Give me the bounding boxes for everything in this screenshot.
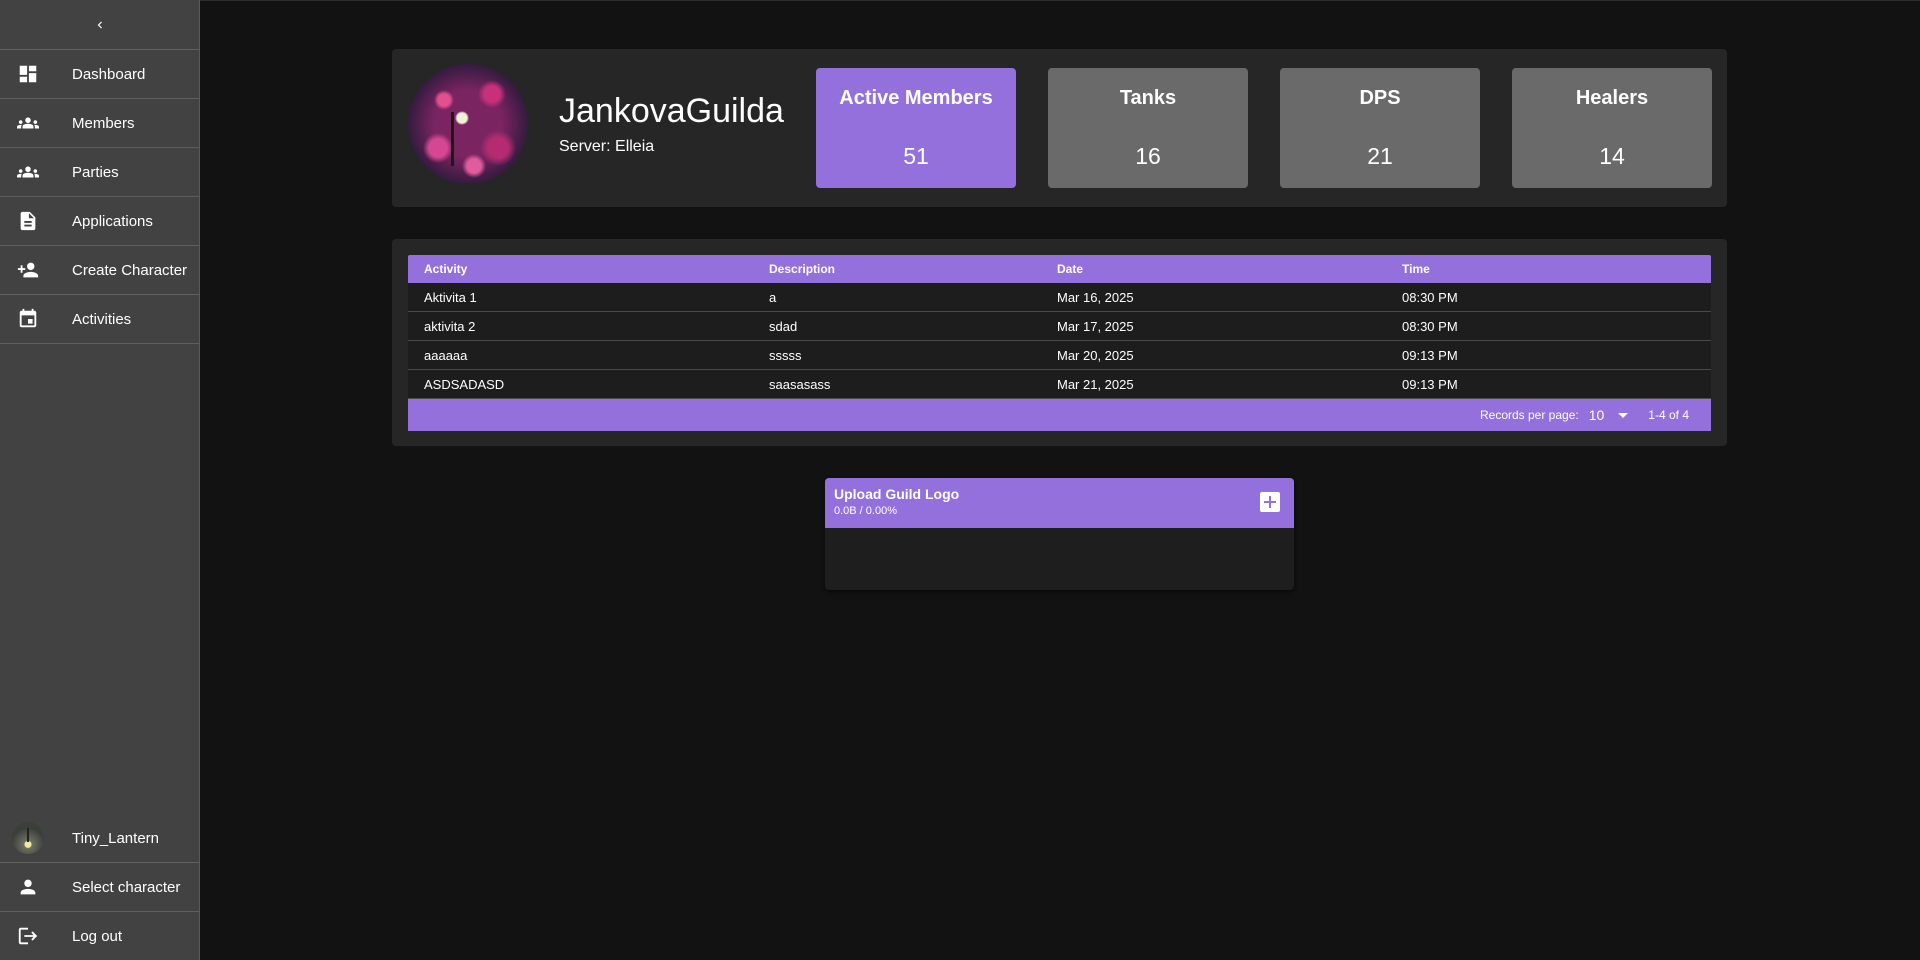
stat-value: 14 — [1599, 143, 1625, 169]
column-header-description[interactable]: Description — [769, 262, 1057, 276]
stat-value: 16 — [1135, 143, 1161, 169]
guild-logo — [408, 64, 528, 184]
sidebar-item-applications[interactable]: Applications — [0, 197, 199, 246]
stat-value: 51 — [903, 143, 929, 169]
upload-progress: 0.0B / 0.00% — [834, 505, 897, 517]
stat-dps: DPS 21 — [1280, 68, 1480, 188]
sidebar-item-activities[interactable]: Activities — [0, 295, 199, 344]
collapse-sidebar-button[interactable] — [0, 0, 199, 50]
sidebar-item-parties[interactable]: Parties — [0, 148, 199, 197]
sidebar-item-label: Dashboard — [72, 65, 146, 83]
select-character-button[interactable]: Select character — [0, 863, 199, 912]
column-header-date[interactable]: Date — [1057, 262, 1402, 276]
table-pagination: Records per page: 10 1-4 of 4 — [408, 399, 1711, 431]
cell-date: Mar 21, 2025 — [1057, 376, 1134, 392]
cell-date: Mar 17, 2025 — [1057, 318, 1134, 334]
pagination-range: 1-4 of 4 — [1648, 408, 1689, 422]
column-header-time[interactable]: Time — [1402, 262, 1711, 276]
calendar-icon — [0, 308, 56, 330]
table-header: Activity Description Date Time — [408, 255, 1711, 283]
group-icon — [0, 112, 56, 134]
column-header-activity[interactable]: Activity — [408, 262, 769, 276]
cell-time: 08:30 PM — [1402, 318, 1458, 334]
sidebar-item-dashboard[interactable]: Dashboard — [0, 50, 199, 99]
cell-time: 09:13 PM — [1402, 347, 1458, 363]
sidebar: Dashboard Members Parties Applications C… — [0, 0, 200, 960]
cell-activity: ASDSADASD — [424, 376, 505, 392]
stat-value: 21 — [1367, 143, 1393, 169]
dashboard-icon — [0, 63, 56, 85]
sidebar-item-label: Parties — [72, 163, 119, 181]
cell-date: Mar 16, 2025 — [1057, 289, 1134, 305]
records-per-page-value: 10 — [1588, 407, 1605, 423]
top-border — [199, 0, 1920, 1]
records-per-page-select[interactable]: 10 — [1589, 407, 1629, 423]
guild-server: Server: Elleia — [559, 138, 655, 155]
avatar — [0, 822, 56, 854]
cell-description: a — [769, 289, 777, 305]
select-character-label: Select character — [72, 878, 181, 896]
cell-date: Mar 20, 2025 — [1057, 347, 1134, 363]
chevron-left-icon — [97, 21, 102, 28]
upload-title: Upload Guild Logo — [834, 486, 960, 502]
stat-label: DPS — [1359, 87, 1401, 109]
stat-label: Tanks — [1119, 87, 1177, 109]
records-per-page-label: Records per page: — [1479, 408, 1579, 422]
sidebar-bottom: Tiny_Lantern Select character Log out — [0, 814, 199, 960]
add-file-button[interactable] — [1260, 492, 1280, 512]
stat-label: Healers — [1575, 87, 1649, 109]
person-icon — [0, 876, 56, 898]
sidebar-item-label: Create Character — [72, 261, 188, 279]
logout-button[interactable]: Log out — [0, 912, 199, 960]
table-row[interactable]: aaaaaa sssss Mar 20, 2025 09:13 PM — [408, 341, 1711, 370]
guild-name: JankovaGuilda — [559, 92, 784, 130]
stat-active-members: Active Members 51 — [816, 68, 1016, 188]
guild-overview-card: JankovaGuilda Server: Elleia Active Memb… — [392, 49, 1727, 207]
upload-header: Upload Guild Logo 0.0B / 0.00% — [825, 478, 1294, 528]
user-profile[interactable]: Tiny_Lantern — [0, 814, 199, 863]
cell-time: 08:30 PM — [1402, 289, 1458, 305]
sidebar-item-label: Activities — [72, 310, 132, 328]
cell-activity: aaaaaa — [424, 347, 468, 363]
document-icon — [0, 210, 56, 232]
cell-time: 09:13 PM — [1402, 376, 1458, 392]
cell-description: saasasass — [769, 376, 831, 392]
table-row[interactable]: Aktivita 1 a Mar 16, 2025 08:30 PM — [408, 283, 1711, 312]
logout-label: Log out — [72, 927, 123, 945]
activities-card: Activity Description Date Time Aktivita … — [392, 239, 1727, 446]
cell-description: sdad — [769, 318, 798, 334]
stat-healers: Healers 14 — [1512, 68, 1712, 188]
cell-activity: Aktivita 1 — [424, 289, 477, 305]
chevron-down-icon — [1618, 412, 1629, 418]
sidebar-item-label: Members — [72, 114, 135, 132]
table-row[interactable]: ASDSADASD saasasass Mar 21, 2025 09:13 P… — [408, 370, 1711, 399]
person-add-icon — [0, 259, 56, 281]
upload-guild-logo-card: Upload Guild Logo 0.0B / 0.00% — [825, 478, 1294, 590]
group-icon — [0, 161, 56, 183]
sidebar-item-create-character[interactable]: Create Character — [0, 246, 199, 295]
upload-dropzone[interactable] — [825, 528, 1294, 590]
sidebar-item-members[interactable]: Members — [0, 99, 199, 148]
table-row[interactable]: aktivita 2 sdad Mar 17, 2025 08:30 PM — [408, 312, 1711, 341]
stat-label: Active Members — [839, 87, 993, 109]
cell-activity: aktivita 2 — [424, 318, 476, 334]
cell-description: sssss — [769, 347, 802, 363]
sidebar-item-label: Applications — [72, 212, 153, 230]
logout-icon — [0, 925, 56, 947]
stat-tanks: Tanks 16 — [1048, 68, 1248, 188]
activities-table: Activity Description Date Time Aktivita … — [408, 255, 1711, 431]
user-name: Tiny_Lantern — [72, 829, 159, 847]
